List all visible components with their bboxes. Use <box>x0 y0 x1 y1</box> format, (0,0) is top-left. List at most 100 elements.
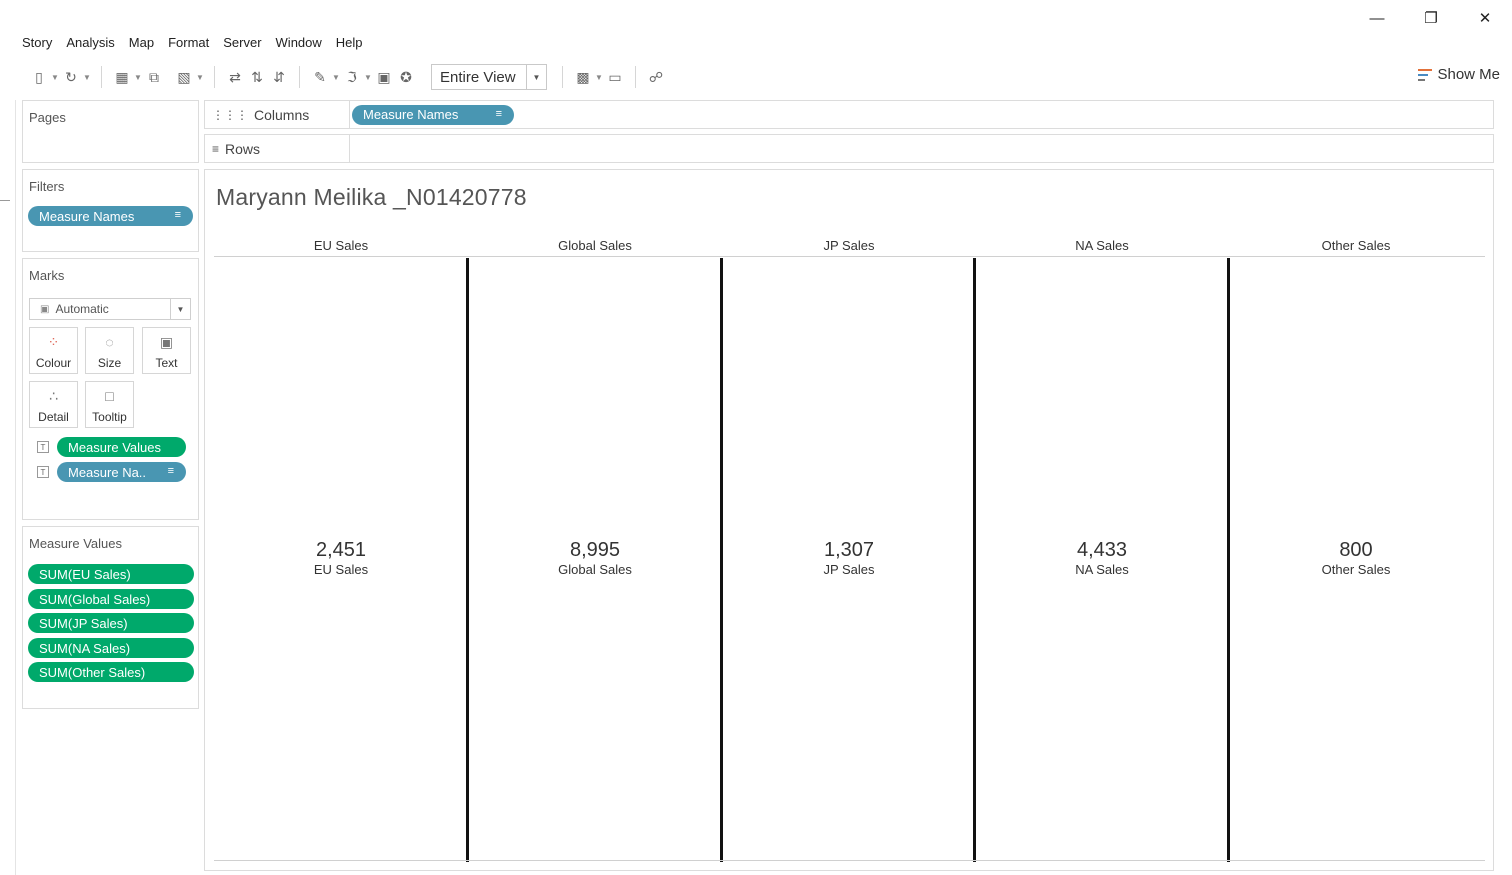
mark-value: 4,433 <box>1076 539 1128 561</box>
presentation-mode-icon[interactable]: ▭ <box>604 66 626 88</box>
menu-story[interactable]: Story <box>22 33 59 53</box>
text-mark[interactable]: 1,307 JP Sales <box>722 538 976 578</box>
menu-format[interactable]: Format <box>168 33 216 53</box>
text-icon: ▣ <box>159 334 174 350</box>
marks-pill-label: Measure Na.. <box>68 464 147 480</box>
menu-analysis[interactable]: Analysis <box>66 33 121 53</box>
text-button[interactable]: ▣ Text <box>142 327 191 374</box>
refresh-dropdown-icon[interactable]: ▼ <box>82 73 92 82</box>
column-header[interactable]: JP Sales <box>722 238 976 253</box>
mark-value: 800 <box>1339 539 1373 561</box>
columns-icon: ⋮⋮⋮ <box>212 107 248 122</box>
marks-pill-measure-names[interactable]: Measure Na.. ≡ <box>57 462 186 482</box>
pages-title: Pages <box>29 110 66 125</box>
columns-pill-measure-names[interactable]: Measure Names ≡ <box>352 104 514 125</box>
colour-button[interactable]: ⁘ Colour <box>29 327 78 374</box>
pages-shelf[interactable]: Pages <box>22 100 199 163</box>
text-encoding-icon: T <box>37 466 49 478</box>
measure-pill-other-sales[interactable]: SUM(Other Sales) <box>28 662 194 682</box>
measure-pill-eu-sales[interactable]: SUM(EU Sales) <box>28 564 194 584</box>
size-label: Size <box>97 356 122 370</box>
restore-icon[interactable]: ❐ <box>1404 6 1458 30</box>
mark-type-label: Automatic <box>55 302 109 316</box>
sort-ascending-icon[interactable]: ⇅ <box>246 66 268 88</box>
mark-label: JP Sales <box>823 562 875 577</box>
columns-label: Columns <box>254 106 310 123</box>
toolbar-divider <box>101 66 102 88</box>
size-icon: ◌ <box>105 334 114 350</box>
measure-pill-jp-sales[interactable]: SUM(JP Sales) <box>28 613 194 633</box>
colour-label: Colour <box>35 356 72 370</box>
text-mark[interactable]: 800 Other Sales <box>1229 538 1483 578</box>
refresh-icon[interactable]: ↻ <box>60 66 82 88</box>
bottom-divider <box>214 860 1485 861</box>
fix-axes-icon[interactable]: ✪ <box>395 66 417 88</box>
menu-help[interactable]: Help <box>336 33 370 53</box>
fit-view-select[interactable]: Entire View ▼ <box>431 64 547 90</box>
mark-type-select[interactable]: ▣ Automatic ▼ <box>29 298 191 320</box>
rows-shelf-label: ≡ Rows <box>205 135 350 162</box>
column-header[interactable]: Other Sales <box>1229 238 1483 253</box>
filter-pill-measure-names[interactable]: Measure Names ≡ <box>28 206 193 226</box>
view-canvas[interactable]: Maryann Meilika _N01420778 EU Sales Glob… <box>204 169 1494 871</box>
tooltip-icon: □ <box>105 388 114 404</box>
chevron-down-icon: ▼ <box>170 299 190 319</box>
text-mark[interactable]: 2,451 EU Sales <box>214 538 468 578</box>
detail-button[interactable]: ∴ Detail <box>29 381 78 428</box>
column-header[interactable]: EU Sales <box>214 238 468 253</box>
share-icon[interactable]: ☍ <box>645 66 667 88</box>
measure-pill-global-sales[interactable]: SUM(Global Sales) <box>28 589 194 609</box>
duplicate-sheet-icon[interactable]: ⧉ <box>143 66 165 88</box>
marks-pill-measure-values[interactable]: Measure Values <box>57 437 186 457</box>
minimize-icon[interactable]: — <box>1350 6 1404 30</box>
menu-map[interactable]: Map <box>129 33 161 53</box>
save-icon[interactable]: ▯ <box>28 66 50 88</box>
mark-value: 1,307 <box>823 539 875 561</box>
text-mark[interactable]: 8,995 Global Sales <box>468 538 722 578</box>
group-members-icon[interactable]: ℑ <box>341 66 363 88</box>
rows-shelf[interactable]: ≡ Rows <box>204 134 1494 163</box>
show-me-button[interactable]: Show Me <box>1418 66 1500 83</box>
highlight-dropdown-icon[interactable]: ▼ <box>331 73 341 82</box>
show-me-icon <box>1418 68 1433 81</box>
chevron-down-icon: ▼ <box>526 65 546 89</box>
filters-shelf[interactable]: Filters Measure Names ≡ <box>22 169 199 252</box>
mark-value: 2,451 <box>315 539 367 561</box>
show-cards-icon[interactable]: ▩ <box>572 66 594 88</box>
measure-pill-label: SUM(EU Sales) <box>39 566 131 582</box>
show-me-label: Show Me <box>1437 66 1500 83</box>
menu-server[interactable]: Server <box>223 33 268 53</box>
clear-sheet-dropdown-icon[interactable]: ▼ <box>195 73 205 82</box>
close-icon[interactable]: ✕ <box>1458 6 1512 30</box>
show-mark-labels-icon[interactable]: ▣ <box>373 66 395 88</box>
new-worksheet-dropdown-icon[interactable]: ▼ <box>133 73 143 82</box>
mark-label: NA Sales <box>1075 562 1129 577</box>
panel-collapse-handle[interactable] <box>0 200 10 201</box>
columns-shelf[interactable]: ⋮⋮⋮ Columns Measure Names ≡ <box>204 100 1494 129</box>
new-worksheet-icon[interactable]: ▦ <box>111 66 133 88</box>
group-dropdown-icon[interactable]: ▼ <box>363 73 373 82</box>
highlight-icon[interactable]: ✎ <box>309 66 331 88</box>
rows-icon: ≡ <box>212 141 220 156</box>
column-header[interactable]: NA Sales <box>975 238 1229 253</box>
marks-pill-label: Measure Values <box>68 439 161 455</box>
menu-window[interactable]: Window <box>276 33 329 53</box>
text-mark[interactable]: 4,433 NA Sales <box>975 538 1229 578</box>
measure-pill-label: SUM(Other Sales) <box>39 664 146 680</box>
show-cards-dropdown-icon[interactable]: ▼ <box>594 73 604 82</box>
clear-sheet-icon[interactable]: ▧ <box>173 66 195 88</box>
swap-rows-columns-icon[interactable]: ⇄ <box>224 66 246 88</box>
detail-icon: ∴ <box>49 388 58 404</box>
tooltip-button[interactable]: □ Tooltip <box>85 381 134 428</box>
rows-label: Rows <box>225 140 261 157</box>
measure-values-shelf: Measure Values SUM(EU Sales) SUM(Global … <box>22 526 199 709</box>
automatic-mark-icon: ▣ <box>40 303 50 315</box>
save-dropdown-icon[interactable]: ▼ <box>50 73 60 82</box>
detail-label: Detail <box>38 410 69 424</box>
sort-descending-icon[interactable]: ⇵ <box>268 66 290 88</box>
column-header[interactable]: Global Sales <box>468 238 722 253</box>
measure-pill-na-sales[interactable]: SUM(NA Sales) <box>28 638 194 658</box>
toolbar-divider <box>562 66 563 88</box>
size-button[interactable]: ◌ Size <box>85 327 134 374</box>
measure-pill-label: SUM(NA Sales) <box>39 640 131 656</box>
